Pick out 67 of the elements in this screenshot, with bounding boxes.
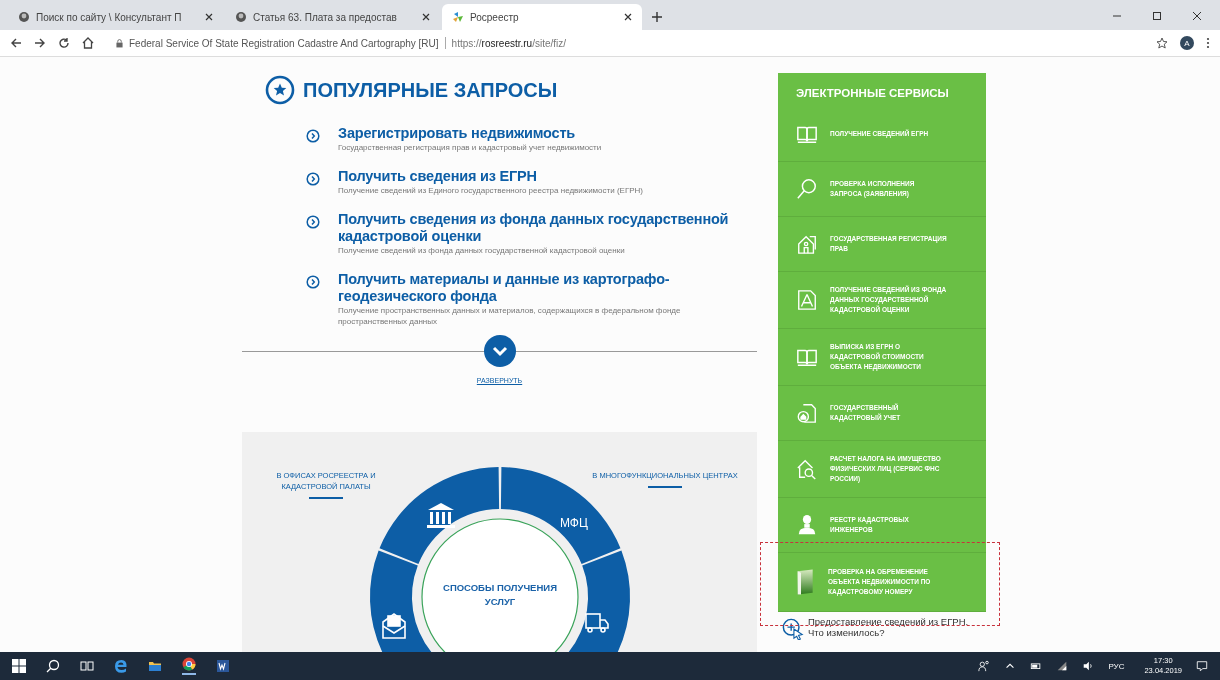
wifi-icon[interactable]: [1056, 660, 1069, 672]
ring-segment[interactable]: [379, 467, 500, 564]
site-icon: [452, 11, 464, 23]
browser-tab[interactable]: Росреестр: [442, 4, 642, 30]
people-icon[interactable]: [978, 660, 991, 672]
menu-icon[interactable]: [1206, 37, 1210, 49]
tab-title: Поиск по сайту \ Консультант П: [36, 11, 183, 23]
close-icon[interactable]: [205, 13, 213, 21]
request-link[interactable]: Получить сведения из фонда данных государственной кадастровой оценки: [338, 211, 738, 245]
bookmark-star-icon[interactable]: [1156, 37, 1168, 49]
search-icon: [796, 178, 818, 200]
request-link[interactable]: Зарегистрировать недвижимость: [338, 125, 738, 142]
chevron-right-icon: [306, 172, 320, 186]
engineer-icon: [796, 514, 818, 536]
chevron-right-icon: [306, 275, 320, 289]
new-tab-icon[interactable]: [652, 12, 662, 22]
close-icon[interactable]: [1192, 11, 1202, 21]
url-text: https://rosreestr.ru/site/fiz/: [451, 37, 567, 49]
request-description: Получение сведений из Единого государственного реестра недвижимости (ЕГРН): [338, 185, 645, 196]
browser-tab[interactable]: Статья 63. Плата за предостав: [225, 4, 440, 30]
request-link[interactable]: Получить материалы и данные из картографо-геодезического фонда: [338, 271, 738, 305]
site-icon: [18, 11, 30, 23]
site-name: Federal Service Of State Registration Cadastre And Cartography [RU]: [129, 37, 439, 49]
speaker-icon[interactable]: [1082, 660, 1095, 672]
request-description: Получение пространственных данных и материалов, содержащихся в федеральном фонде пространственных данных: [338, 305, 682, 327]
notifications-icon[interactable]: [1196, 660, 1208, 672]
windows-start-icon[interactable]: [12, 659, 26, 673]
panel-title: ЭЛЕКТРОННЫЕ СЕРВИСЫ: [795, 86, 950, 101]
close-icon[interactable]: [422, 13, 430, 21]
site-icon: [235, 11, 247, 23]
ring-segment[interactable]: [568, 550, 630, 652]
expand-button[interactable]: [483, 335, 516, 367]
lock-icon: [116, 38, 123, 48]
chevron-right-icon: [306, 215, 320, 229]
task-view-icon[interactable]: [80, 659, 94, 673]
battery-icon[interactable]: [1030, 660, 1043, 672]
profile-avatar[interactable]: A: [1180, 36, 1194, 50]
chrome-icon[interactable]: [182, 657, 196, 675]
address-field[interactable]: Federal Service Of State Registration Cadastre And Cartography [RU] https://rosreestr.ru/site/fiz/: [106, 32, 1144, 54]
tab-title: Росреестр: [470, 11, 520, 23]
truck-icon: [585, 613, 609, 633]
center-label: СПОСОБЫ ПОЛУЧЕНИЯ УСЛУГ: [443, 582, 557, 607]
chevron-right-icon: [306, 129, 320, 143]
mail-icon: [382, 613, 406, 639]
news-link[interactable]: Предоставление сведений из ЕГРН. Что изменилось?: [808, 616, 978, 638]
browser-tab[interactable]: Поиск по сайту \ Консультант П: [8, 4, 223, 30]
maximize-icon[interactable]: [1152, 11, 1162, 21]
house-icon: [796, 233, 818, 255]
language-indicator[interactable]: РУС: [1108, 661, 1125, 671]
back-icon[interactable]: [10, 37, 22, 49]
browser-icon[interactable]: [114, 659, 128, 673]
folder-icon[interactable]: [148, 659, 162, 673]
reload-icon[interactable]: [58, 37, 70, 49]
request-link[interactable]: Получить сведения из ЕГРН: [338, 168, 738, 185]
folder-icon: [796, 569, 816, 595]
request-description: Государственная регистрация прав и кадастровый учет недвижимости: [338, 142, 603, 153]
search-icon[interactable]: [46, 659, 60, 673]
forward-icon[interactable]: [34, 37, 46, 49]
section-title: ПОПУЛЯРНЫЕ ЗАПРОСЫ: [303, 78, 558, 102]
home-icon[interactable]: [82, 37, 94, 49]
close-icon[interactable]: [624, 13, 632, 21]
word-icon[interactable]: [216, 659, 230, 673]
bank-icon: [427, 503, 455, 528]
ring-segment[interactable]: [370, 550, 432, 652]
segment-label: МФЦ: [560, 516, 588, 530]
tab-title: Статья 63. Плата за предостав: [253, 11, 398, 23]
request-description: Получение сведений из фонда данных государственной кадастровой оценки: [338, 245, 626, 256]
